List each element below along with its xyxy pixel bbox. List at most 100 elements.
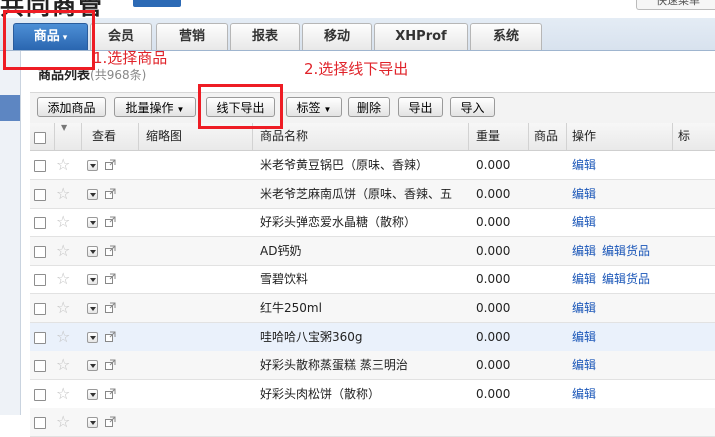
goods-weight: 0.000	[476, 329, 511, 344]
sort-arrow-icon[interactable]: ▼	[61, 123, 67, 132]
edit-link[interactable]: 编辑	[572, 351, 596, 379]
row-dropdown-icon[interactable]	[87, 360, 98, 372]
table-row[interactable]: ☆ 好彩头弹恋爱水晶糖（散称） 0.000 编辑	[30, 208, 715, 238]
edit-link[interactable]: 编辑	[572, 237, 596, 265]
star-icon[interactable]: ☆	[56, 184, 70, 204]
row-dropdown-icon[interactable]	[87, 245, 98, 257]
goods-name: 好彩头弹恋爱水晶糖（散称）	[260, 215, 417, 230]
column-operations[interactable]: 操作	[572, 123, 596, 150]
goods-name: 好彩头散称蒸蛋糕 蒸三明治	[260, 358, 408, 373]
row-dropdown-icon[interactable]	[87, 188, 98, 200]
nav-tab-marketing[interactable]: 营销	[156, 23, 228, 50]
row-checkbox[interactable]	[34, 160, 46, 172]
column-product[interactable]: 商品	[534, 123, 558, 150]
table-row[interactable]: ☆ 好彩头散称蒸蛋糕 蒸三明治 0.000 编辑	[30, 351, 715, 381]
edit-link[interactable]: 编辑	[572, 180, 596, 208]
goods-name: 米老爷黄豆锅巴（原味、香辣）	[260, 158, 429, 172]
nav-tab-system[interactable]: 系统	[470, 23, 542, 50]
external-link-icon[interactable]	[105, 245, 116, 256]
goods-weight: 0.000	[476, 243, 511, 258]
goods-name	[260, 408, 468, 436]
edit-link[interactable]: 编辑	[572, 208, 596, 236]
external-link-icon[interactable]	[105, 388, 116, 399]
external-link-icon[interactable]	[105, 273, 116, 285]
table-row[interactable]: ☆ 好彩头肉松饼（散称） 0.000 编辑	[30, 380, 715, 409]
row-dropdown-icon[interactable]	[87, 303, 98, 314]
column-tag[interactable]: 标	[678, 123, 690, 150]
left-sidebar	[0, 51, 21, 415]
star-icon[interactable]: ☆	[56, 212, 70, 232]
edit-variants-link[interactable]: 编辑货品	[602, 265, 650, 293]
row-checkbox[interactable]	[34, 417, 46, 430]
table-row[interactable]: ☆	[30, 408, 715, 437]
quick-menu-button[interactable]: 快速菜单	[636, 0, 715, 10]
nav-tab-goods[interactable]: 商品 ▾	[13, 23, 88, 50]
edit-link[interactable]: 编辑	[572, 151, 596, 179]
star-icon[interactable]: ☆	[56, 327, 70, 347]
offline-export-button[interactable]: 线下导出	[206, 97, 275, 117]
table-header: ▼ 查看 缩略图 商品名称 重量 商品 操作 标	[30, 123, 715, 151]
external-link-icon[interactable]	[105, 302, 116, 313]
column-thumbnail[interactable]: 缩略图	[146, 123, 182, 150]
row-checkbox[interactable]	[34, 331, 46, 344]
row-checkbox[interactable]	[34, 217, 46, 230]
record-count: (共968条)	[90, 68, 147, 82]
row-dropdown-icon[interactable]	[87, 217, 98, 229]
edit-link[interactable]: 编辑	[572, 294, 596, 322]
star-icon[interactable]: ☆	[56, 298, 70, 318]
tag-button[interactable]: 标签 ▼	[286, 97, 342, 117]
goods-name: 雪碧饮料	[260, 272, 309, 287]
star-icon[interactable]: ☆	[56, 269, 70, 289]
row-checkbox[interactable]	[34, 188, 46, 201]
row-checkbox[interactable]	[34, 360, 46, 373]
table-row[interactable]: ☆ 哇哈哈八宝粥360g 0.000 编辑	[30, 322, 715, 352]
star-icon[interactable]: ☆	[56, 355, 70, 375]
row-dropdown-icon[interactable]	[87, 331, 98, 343]
nav-tab-mobile[interactable]: 移动	[302, 23, 372, 50]
row-checkbox[interactable]	[34, 274, 46, 287]
export-button[interactable]: 导出	[398, 97, 443, 117]
external-link-icon[interactable]	[105, 216, 116, 228]
row-dropdown-icon[interactable]	[87, 160, 98, 171]
table-row[interactable]: ☆ 米老爷芝麻南瓜饼（原味、香辣、五 0.000 编辑	[30, 179, 715, 209]
row-checkbox[interactable]	[34, 388, 46, 401]
external-link-icon[interactable]	[105, 359, 116, 371]
table-row[interactable]: ☆ 米老爷黄豆锅巴（原味、香辣） 0.000 编辑	[30, 151, 715, 180]
edit-variants-link[interactable]: 编辑货品	[602, 237, 650, 265]
column-goods-name[interactable]: 商品名称	[260, 123, 308, 150]
goods-weight: 0.000	[476, 272, 511, 287]
delete-button[interactable]: 删除	[348, 97, 390, 117]
nav-tab-members[interactable]: 会员	[90, 23, 152, 50]
star-icon[interactable]: ☆	[56, 412, 70, 432]
column-weight[interactable]: 重量	[476, 123, 500, 150]
nav-tab-xhprof[interactable]: XHProf	[374, 23, 468, 50]
external-link-icon[interactable]	[105, 416, 116, 428]
table-row[interactable]: ☆ AD钙奶 0.000 编辑 编辑货品	[30, 236, 715, 266]
external-link-icon[interactable]	[105, 188, 116, 199]
column-view[interactable]: 查看	[92, 123, 116, 150]
annotation-step2: 2.选择线下导出	[304, 60, 409, 78]
select-all-checkbox[interactable]	[34, 132, 46, 144]
table-row[interactable]: ☆ 红牛250ml 0.000 编辑	[30, 294, 715, 323]
star-icon[interactable]: ☆	[56, 384, 70, 404]
external-link-icon[interactable]	[105, 331, 116, 342]
add-goods-button[interactable]: 添加商品	[37, 97, 106, 117]
row-dropdown-icon[interactable]	[87, 274, 98, 286]
goods-weight: 0.000	[476, 301, 511, 315]
goods-weight: 0.000	[476, 186, 511, 201]
row-dropdown-icon[interactable]	[87, 417, 98, 429]
row-checkbox[interactable]	[34, 303, 46, 315]
batch-operation-button[interactable]: 批量操作 ▼	[114, 97, 196, 117]
table-row[interactable]: ☆ 雪碧饮料 0.000 编辑 编辑货品	[30, 265, 715, 295]
nav-tab-reports[interactable]: 报表	[230, 23, 300, 50]
external-link-icon[interactable]	[105, 159, 116, 170]
row-dropdown-icon[interactable]	[87, 388, 98, 400]
edit-link[interactable]: 编辑	[572, 380, 596, 408]
edit-link[interactable]: 编辑	[572, 323, 596, 351]
star-icon[interactable]: ☆	[56, 241, 70, 261]
star-icon[interactable]: ☆	[56, 155, 70, 175]
row-checkbox[interactable]	[34, 245, 46, 258]
goods-name: AD钙奶	[260, 243, 302, 258]
edit-link[interactable]: 编辑	[572, 265, 596, 293]
import-button[interactable]: 导入	[450, 97, 495, 117]
